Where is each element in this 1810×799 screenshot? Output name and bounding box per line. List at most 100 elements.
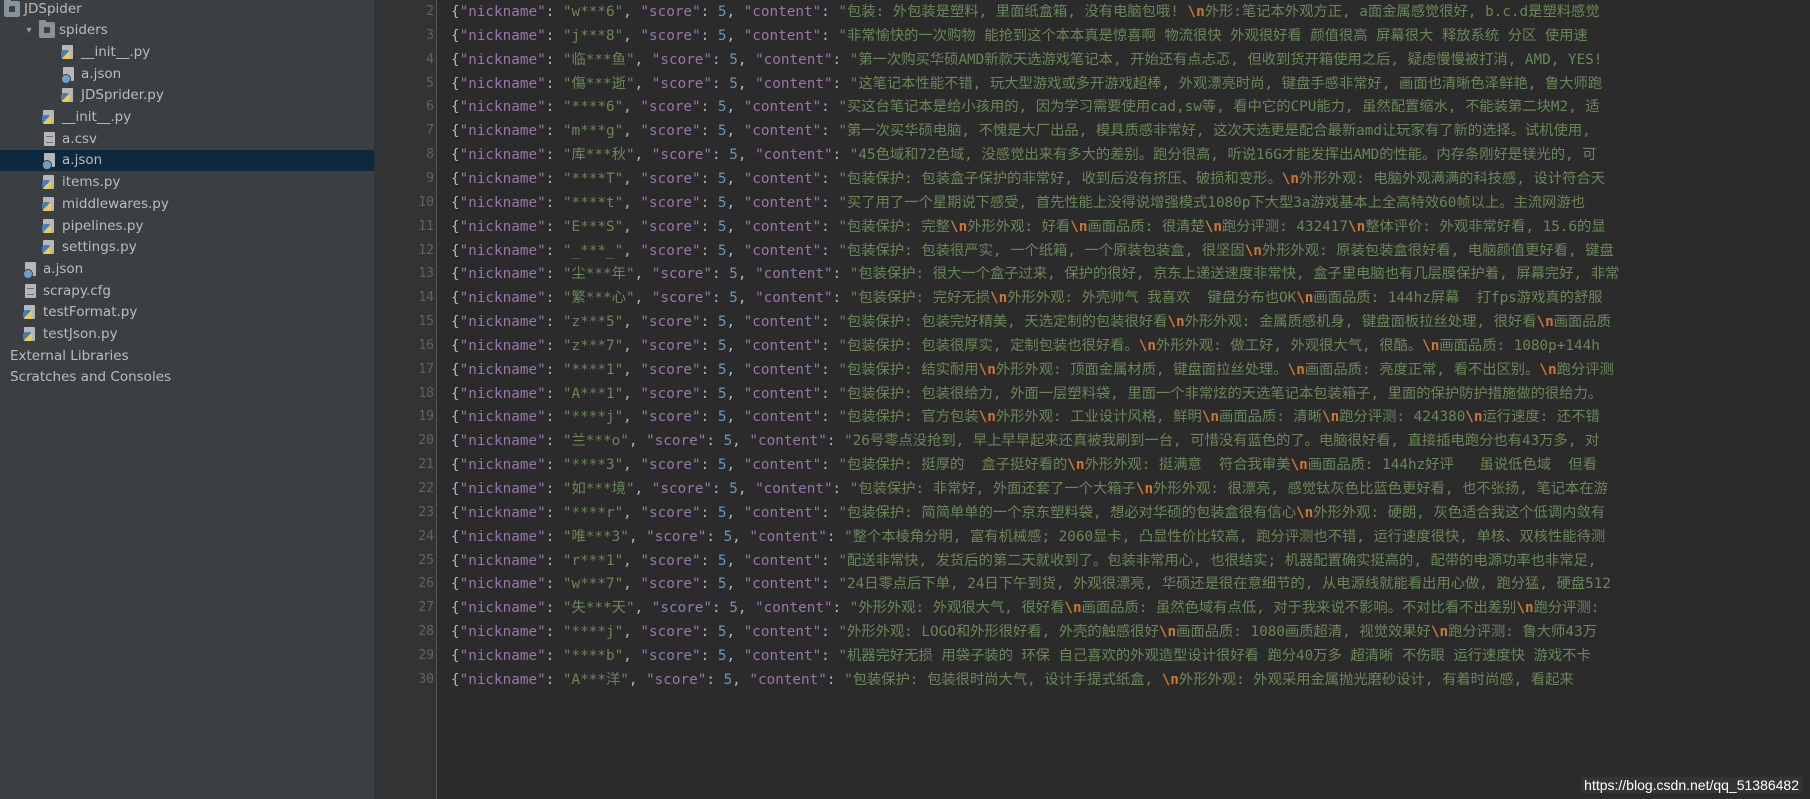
colon: : xyxy=(700,504,718,521)
code-line[interactable]: {"nickname": "_***_", "score": 5, "conte… xyxy=(451,239,1614,263)
code-line[interactable]: {"nickname": "傷***逝", "score": 5, "conte… xyxy=(451,72,1602,96)
content-value: "第一次买华硕电脑, 不愧是大厂出品, 模具质感非常好, 这次天选更是配合最新a… xyxy=(838,123,1591,140)
colon: : xyxy=(545,576,563,593)
nickname-text: 傷***逝 xyxy=(571,75,626,92)
comma: , xyxy=(737,481,756,497)
content-text: 24日零点后下单, 24日下午到货, 外观很漂亮, 华硕还是很在意细节的, 从电… xyxy=(847,576,1612,593)
tree-item[interactable]: middlewares.py xyxy=(0,193,374,214)
json-icon xyxy=(23,261,39,279)
code-line[interactable]: {"nickname": "E***S", "score": 5, "conte… xyxy=(451,215,1606,239)
content-text: 包装保护: 非常好, 外面还套了一个大箱子 xyxy=(858,481,1136,497)
code-line[interactable]: {"nickname": "库***秋", "score": 5, "conte… xyxy=(451,143,1597,167)
tree-item[interactable]: __init__.py xyxy=(0,41,374,62)
colon: : xyxy=(712,600,730,617)
tree-item[interactable]: JDSprider.py xyxy=(0,85,374,106)
code-line[interactable]: {"nickname": "A***1", "score": 5, "conte… xyxy=(451,382,1602,406)
colon: : xyxy=(821,361,839,378)
json-key: "score" xyxy=(640,123,701,140)
code-line[interactable]: {"nickname": "****j", "score": 5, "conte… xyxy=(451,405,1600,429)
json-key: "nickname" xyxy=(459,671,546,688)
code-line[interactable]: {"nickname": "如***境", "score": 5, "conte… xyxy=(451,477,1608,501)
line-number: 6 xyxy=(426,99,434,115)
content-value: "包装保护: 完好无损\n外形外观: 外壳帅气 我喜欢 键盘分布也OK\n画面品… xyxy=(849,290,1603,307)
tree-item[interactable]: a.json xyxy=(0,258,374,279)
code-line[interactable]: {"nickname": "z***7", "score": 5, "conte… xyxy=(451,334,1600,358)
code-line[interactable]: {"nickname": "****r", "score": 5, "conte… xyxy=(451,501,1605,525)
code-line[interactable]: {"nickname": "****t", "score": 5, "conte… xyxy=(451,191,1585,215)
nickname-value: "A***洋" xyxy=(562,671,629,688)
code-line[interactable]: {"nickname": "z***5", "score": 5, "conte… xyxy=(451,310,1611,334)
nickname-text: A***1 xyxy=(571,385,615,402)
score-value: 5 xyxy=(723,671,733,688)
comma: , xyxy=(726,647,744,664)
tree-item[interactable]: __init__.py xyxy=(0,107,374,128)
json-key: "content" xyxy=(743,314,822,331)
code-line[interactable]: {"nickname": "繁***心", "score": 5, "conte… xyxy=(451,286,1603,310)
colon: : xyxy=(832,481,850,497)
expand-arrow-icon[interactable]: ▾ xyxy=(23,25,35,36)
brace: { xyxy=(451,528,460,545)
code-line[interactable]: {"nickname": "****3", "score": 5, "conte… xyxy=(451,453,1597,477)
comma: , xyxy=(623,4,641,20)
line-number: 5 xyxy=(426,75,434,91)
escape-sequence: \n xyxy=(1322,409,1340,426)
code-line[interactable]: {"nickname": "A***洋", "score": 5, "conte… xyxy=(451,668,1574,692)
tree-item[interactable]: a.json xyxy=(0,149,374,171)
comma: , xyxy=(623,218,641,235)
tree-item[interactable]: settings.py xyxy=(0,237,374,258)
code-line[interactable]: {"nickname": "****1", "score": 5, "conte… xyxy=(451,358,1614,382)
code-line[interactable]: {"nickname": "失***天", "score": 5, "conte… xyxy=(451,596,1599,620)
code-line[interactable]: {"nickname": "w***6", "score": 5, "conte… xyxy=(451,0,1600,24)
tree-item[interactable]: testJson.py xyxy=(0,324,374,345)
code-line[interactable]: {"nickname": "****T", "score": 5, "conte… xyxy=(451,167,1605,191)
nickname-text: 尘***年 xyxy=(571,266,626,283)
code-line[interactable]: {"nickname": "r***1", "score": 5, "conte… xyxy=(451,549,1596,573)
tree-item[interactable]: items.py xyxy=(0,172,374,193)
code-line[interactable]: {"nickname": "m***g", "score": 5, "conte… xyxy=(451,119,1591,143)
tree-item[interactable]: testFormat.py xyxy=(0,302,374,323)
json-key: "nickname" xyxy=(459,361,546,378)
comma: , xyxy=(628,528,647,545)
code-line[interactable]: {"nickname": "兰***o", "score": 5, "conte… xyxy=(451,429,1599,453)
colon: : xyxy=(700,123,718,140)
score-value: 5 xyxy=(729,266,738,283)
nickname-text: 临***鱼 xyxy=(571,51,626,68)
code-line[interactable]: {"nickname": "唯***3", "score": 5, "conte… xyxy=(451,525,1605,549)
tree-item[interactable]: scrapy.cfg xyxy=(0,280,374,301)
comma: , xyxy=(726,99,744,116)
code-line[interactable]: {"nickname": "w***7", "score": 5, "conte… xyxy=(451,572,1611,596)
tree-item[interactable]: External Libraries xyxy=(0,345,374,366)
code-line[interactable]: {"nickname": "****6", "score": 5, "conte… xyxy=(451,95,1600,119)
colon: : xyxy=(545,457,563,474)
colon: : xyxy=(832,75,850,92)
code-line[interactable]: {"nickname": "****b", "score": 5, "conte… xyxy=(451,644,1591,668)
content-text: 机器完好无损 用袋子装的 环保 自己喜欢的外观造型设计很好看 跑分40万多 超清… xyxy=(847,647,1591,664)
py-icon xyxy=(61,44,77,60)
code-line[interactable]: {"nickname": "临***鱼", "score": 5, "conte… xyxy=(451,48,1602,72)
code-line[interactable]: {"nickname": "尘***年", "score": 5, "conte… xyxy=(451,262,1619,286)
nickname-value: "尘***年" xyxy=(562,266,635,283)
nickname-text: 库***秋 xyxy=(571,147,626,164)
comma: , xyxy=(623,409,641,426)
code-line[interactable]: {"nickname": "****j", "score": 5, "conte… xyxy=(451,620,1597,644)
line-number: 4 xyxy=(426,51,434,67)
json-key: "content" xyxy=(743,552,822,569)
tree-item[interactable]: ▾ spiders xyxy=(0,20,374,41)
tree-item[interactable]: a.json xyxy=(0,63,374,84)
content-text: 第一次购买华硕AMD新款天选游戏笔记本, 开始还有点忐忑, 但收到货开箱使用之后… xyxy=(858,51,1603,68)
code-line[interactable]: {"nickname": "j***8", "score": 5, "conte… xyxy=(451,24,1588,48)
escape-sequence: \n xyxy=(1161,671,1179,688)
tree-item[interactable]: Scratches and Consoles xyxy=(0,367,374,388)
json-key: "nickname" xyxy=(459,504,546,521)
brace: { xyxy=(451,194,460,211)
tree-item[interactable]: JDSpider xyxy=(0,0,374,19)
code-editor[interactable]: {"nickname": "w***6", "score": 5, "conte… xyxy=(437,0,1810,799)
tree-item-label: spiders xyxy=(59,22,108,39)
content-text: 外形外观: 硬朗, 灰色适合我这个低调内敛有 xyxy=(1313,504,1606,521)
tree-item[interactable]: a.csv xyxy=(0,128,374,149)
tree-item[interactable]: pipelines.py xyxy=(0,215,374,236)
nickname-text: z***7 xyxy=(571,337,615,354)
json-key: "score" xyxy=(640,27,701,44)
content-text: 外形外观: 外壳帅气 我喜欢 键盘分布也OK xyxy=(1007,290,1297,307)
brace: { xyxy=(451,147,460,164)
